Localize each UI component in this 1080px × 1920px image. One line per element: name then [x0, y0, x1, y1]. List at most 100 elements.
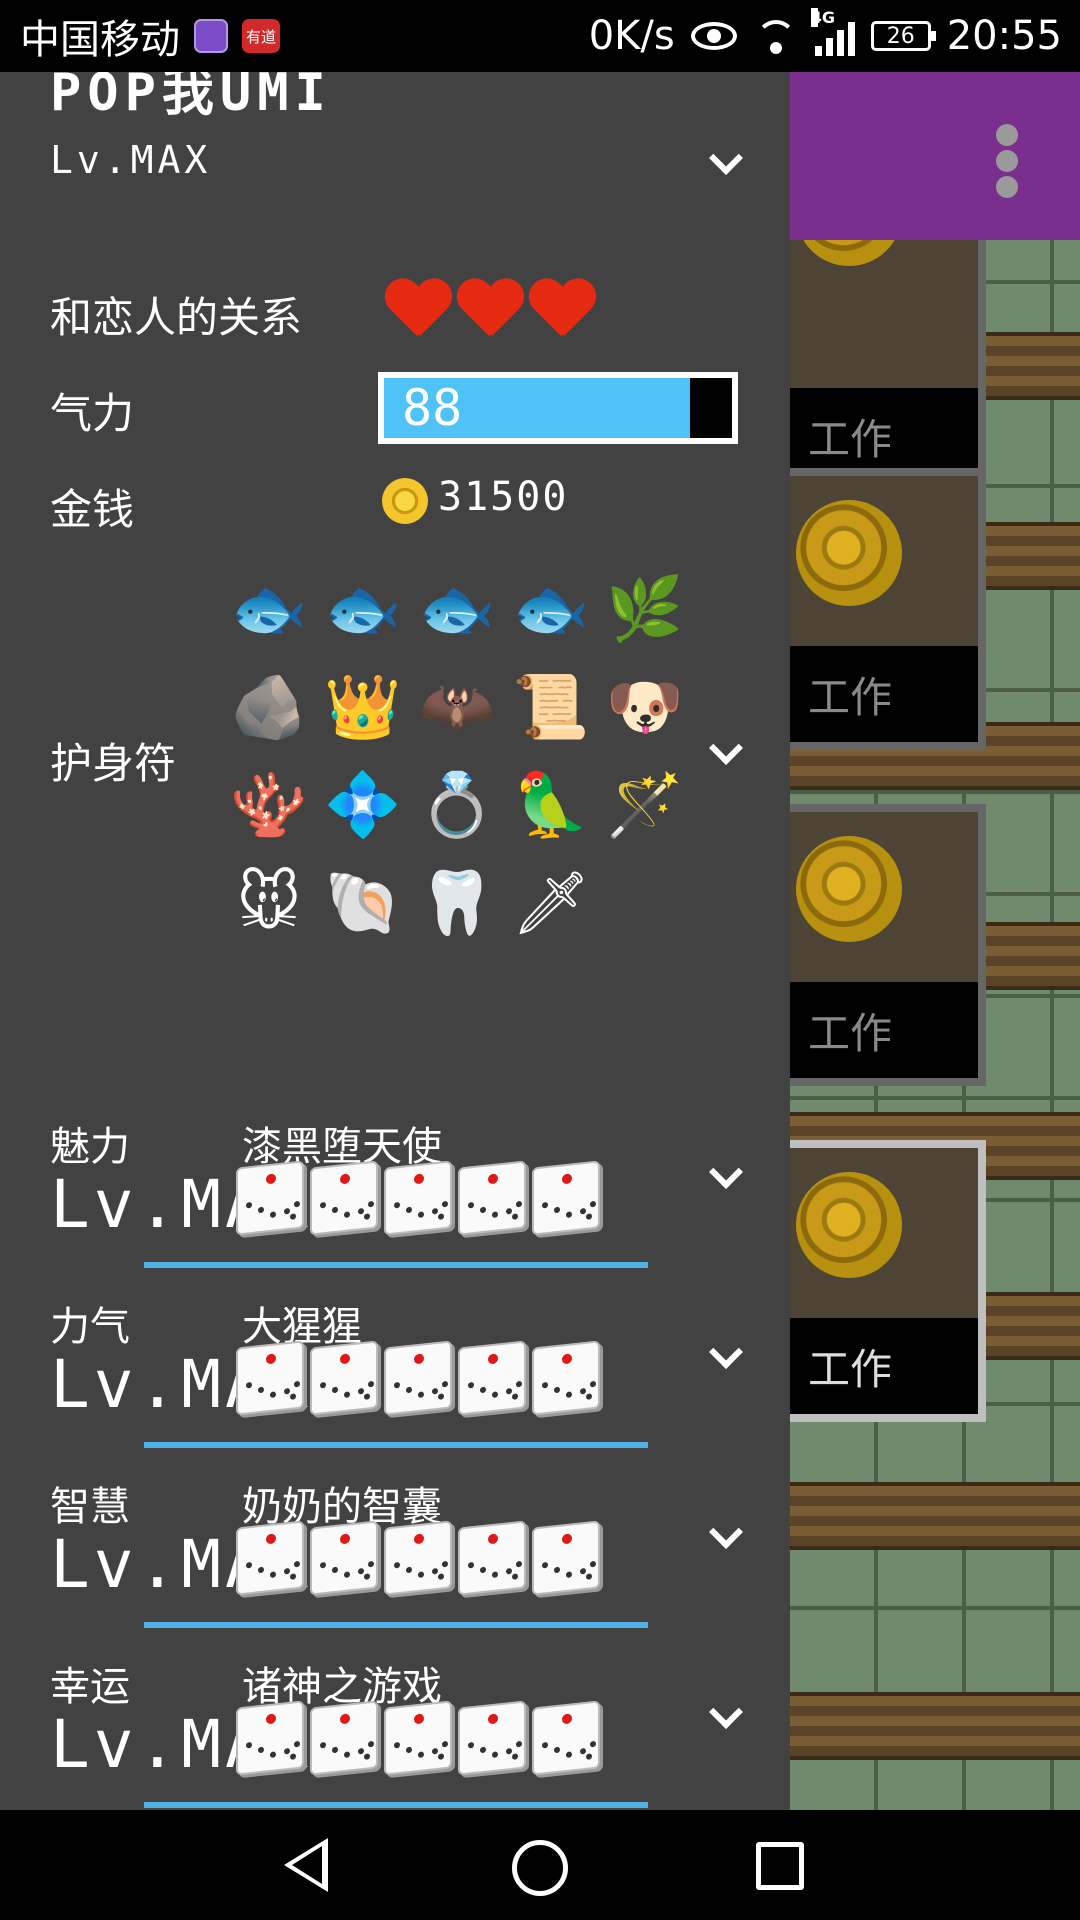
work-card[interactable]: 工作: [790, 468, 986, 750]
status-right: 0K/s 4G 26 20:55: [589, 0, 1062, 72]
work-card[interactable]: 工作: [790, 212, 986, 492]
scene-header: [790, 72, 1080, 240]
dice-icon: [458, 1520, 526, 1596]
dice-icon: [532, 1340, 600, 1416]
magic-wand-icon[interactable]: 🪄: [598, 756, 692, 854]
branch-icon[interactable]: 🌿: [598, 560, 692, 658]
dice-icon: [532, 1160, 600, 1236]
red-bird-icon[interactable]: 🦜: [504, 756, 598, 854]
dice-row: [236, 1160, 600, 1236]
chevron-down-icon[interactable]: [710, 1344, 740, 1374]
game-scene-background: 工作 工作 工作 工作: [790, 72, 1080, 1810]
stat-name: 魅力: [50, 1124, 130, 1170]
dice-row: [236, 1700, 600, 1776]
talisman-paper-icon[interactable]: 📜: [504, 658, 598, 756]
carrier-name: 中国移动: [20, 17, 180, 63]
work-card-image: [790, 812, 978, 988]
work-card-selected[interactable]: 工作: [790, 1140, 986, 1422]
dice-icon: [384, 1160, 452, 1236]
stat-name: 力气: [50, 1304, 130, 1350]
work-card[interactable]: 工作: [790, 804, 986, 1086]
recent-apps-icon[interactable]: [756, 1842, 804, 1890]
gallery-notification-icon: [194, 19, 228, 53]
tiara-icon[interactable]: 💠: [316, 756, 410, 854]
ammonite-shell-icon[interactable]: 🐚: [316, 854, 410, 952]
player-name: POP我UMI: [50, 72, 332, 123]
heart-icon: [456, 280, 522, 342]
youdao-notification-icon: 有道: [242, 19, 280, 53]
dice-icon: [310, 1160, 378, 1236]
heart-icon: [528, 280, 594, 342]
stat-name: 幸运: [50, 1664, 130, 1710]
work-card-label: 工作: [790, 1318, 978, 1414]
stat-underline: [144, 1262, 648, 1268]
status-left: 中国移动 有道: [20, 0, 280, 72]
fish-icon[interactable]: 🐟: [316, 560, 410, 658]
fossil-stone-icon[interactable]: 🪨: [222, 658, 316, 756]
stat-row[interactable]: 幸运 诸神之游戏 Lv.MAX: [0, 1654, 790, 1810]
fish-icon[interactable]: 🐟: [222, 560, 316, 658]
stat-row[interactable]: 力气 大猩猩 Lv.MAX: [0, 1294, 790, 1472]
energy-value: 88: [402, 379, 463, 437]
work-card-image: [790, 1148, 978, 1324]
player-level: Lv.MAX: [50, 138, 212, 182]
work-card-label: 工作: [790, 982, 978, 1078]
network-type: 4G: [810, 8, 835, 27]
fish-icon[interactable]: 🐟: [410, 560, 504, 658]
gold-coin-icon: [796, 836, 902, 942]
puppy-icon[interactable]: 🐶: [598, 658, 692, 756]
bench: [790, 1482, 1080, 1550]
stat-row[interactable]: 智慧 奶奶的智囊 Lv.MAX: [0, 1474, 790, 1652]
chevron-down-icon[interactable]: [710, 150, 740, 180]
dice-icon: [310, 1340, 378, 1416]
clock: 20:55: [946, 13, 1062, 59]
network-speed: 0K/s: [588, 13, 675, 59]
bench: [790, 1692, 1080, 1760]
chevron-down-icon[interactable]: [710, 1704, 740, 1734]
gold-coin-icon: [796, 500, 902, 606]
work-card-image: [790, 220, 978, 396]
fish-icon[interactable]: 🐟: [504, 560, 598, 658]
overflow-menu-icon[interactable]: [996, 124, 1022, 202]
work-card-label: 工作: [790, 646, 978, 742]
sword-icon[interactable]: 🗡: [504, 854, 598, 952]
dice-row: [236, 1340, 600, 1416]
stat-underline: [144, 1802, 648, 1808]
dice-icon: [236, 1160, 304, 1236]
back-icon[interactable]: [276, 1838, 330, 1892]
dice-icon: [236, 1520, 304, 1596]
status-drawer: POP我UMI Lv.MAX 和恋人的关系 气力 88 金钱 31500 护身符…: [0, 72, 790, 1810]
chevron-down-icon[interactable]: [710, 1164, 740, 1194]
coral-icon[interactable]: 🪸: [222, 756, 316, 854]
dice-icon: [384, 1520, 452, 1596]
stat-underline: [144, 1442, 648, 1448]
stat-row[interactable]: 魅力 漆黑堕天使 Lv.MAX: [0, 1114, 790, 1292]
dice-icon: [310, 1520, 378, 1596]
dice-icon: [384, 1700, 452, 1776]
money-label: 金钱: [50, 485, 135, 534]
dice-icon: [532, 1700, 600, 1776]
horn-icon[interactable]: 🦷: [410, 854, 504, 952]
ring-icon[interactable]: 💍: [410, 756, 504, 854]
eye-comfort-icon: [690, 22, 737, 50]
charms-label: 护身符: [50, 739, 177, 788]
relationship-label: 和恋人的关系: [50, 293, 303, 342]
dice-icon: [384, 1340, 452, 1416]
chevron-down-icon[interactable]: [710, 740, 740, 770]
battery-icon: 26: [870, 21, 936, 51]
dice-icon: [532, 1520, 600, 1596]
dice-icon: [236, 1700, 304, 1776]
bat-wings-icon[interactable]: 🦇: [410, 658, 504, 756]
crown-icon[interactable]: 👑: [316, 658, 410, 756]
mouse-icon[interactable]: 🐭: [222, 854, 316, 952]
stat-underline: [144, 1622, 648, 1628]
chevron-down-icon[interactable]: [710, 1524, 740, 1554]
stat-name: 智慧: [50, 1484, 130, 1530]
money-amount: 31500: [438, 474, 569, 520]
signal-icon: 4G: [810, 8, 855, 56]
home-icon[interactable]: [512, 1840, 568, 1896]
wifi-icon: [753, 16, 799, 56]
dice-icon: [310, 1700, 378, 1776]
charms-grid: 🐟 🐟 🐟 🐟 🌿 🪨 👑 🦇 📜 🐶 🪸 💠 💍 🦜 🪄 🐭 🐚 🦷 🗡: [222, 560, 702, 952]
dice-icon: [236, 1340, 304, 1416]
